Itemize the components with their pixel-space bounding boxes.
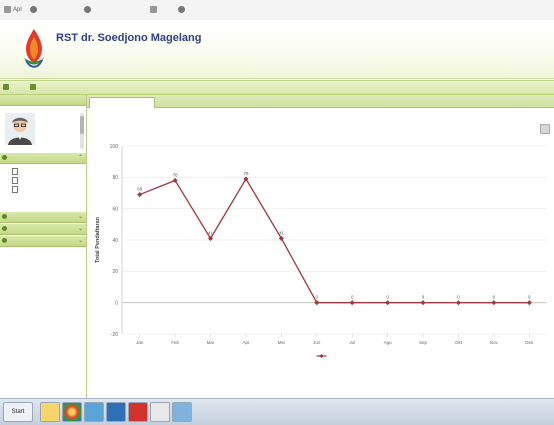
tab-active[interactable] <box>89 97 155 108</box>
data-label: 0 <box>457 295 460 300</box>
y-tick-label: 80 <box>112 175 118 181</box>
x-tick-label: Jul <box>349 340 355 345</box>
sidebar-menu-2[interactable]: ⌄ <box>0 212 86 223</box>
user-avatar <box>5 113 35 145</box>
data-label: 78 <box>173 172 179 177</box>
app-toolbar <box>0 80 554 95</box>
document-icon <box>12 177 18 184</box>
x-tick-label: Okt <box>455 340 463 345</box>
y-tick-label: 20 <box>112 269 118 275</box>
data-point <box>455 300 462 306</box>
data-label: 41 <box>279 230 285 235</box>
x-tick-label: Mei <box>278 340 285 345</box>
toolbar-logout-button[interactable] <box>30 83 38 92</box>
series-line <box>139 177 530 304</box>
home-icon <box>3 83 9 90</box>
data-label: 0 <box>316 295 319 300</box>
chevron-down-icon: ⌄ <box>77 226 83 232</box>
document-icon <box>12 168 18 175</box>
sidebar-menu-4[interactable]: ⌄ <box>0 236 86 247</box>
start-button[interactable]: Start <box>3 402 33 422</box>
data-label: 0 <box>422 295 425 300</box>
hospital-name: RST dr. Soedjono Magelang <box>56 32 202 44</box>
legend-marker <box>319 353 324 359</box>
x-tick-label: Agu <box>384 340 393 345</box>
bookmark-apps[interactable]: Apl <box>4 4 22 16</box>
taskbar-word-icon[interactable] <box>106 402 126 422</box>
data-point <box>314 300 320 306</box>
data-label: 69 <box>137 187 143 192</box>
sidebar-menu-3[interactable]: ⌄ <box>0 224 86 235</box>
x-tick-label: Jan <box>136 340 144 345</box>
x-tick-label: Mar <box>207 340 215 345</box>
data-point <box>349 300 355 306</box>
document-icon <box>12 186 18 193</box>
data-point <box>137 192 143 198</box>
globe-icon <box>178 5 185 13</box>
page-icon <box>150 5 157 13</box>
toolbar-home-button[interactable] <box>3 83 11 92</box>
apps-grid-icon <box>4 5 11 13</box>
data-label: 79 <box>243 171 249 176</box>
logout-icon <box>30 83 36 90</box>
sidebar-menu-master[interactable]: ⌃ <box>0 153 86 164</box>
bookmark-2[interactable] <box>84 4 93 16</box>
folder-icon <box>2 226 7 232</box>
x-tick-label: Jun <box>313 340 321 345</box>
y-tick-label: 60 <box>112 206 118 212</box>
x-tick-label: Nov <box>490 340 499 345</box>
line-chart: 100 80 60 40 20 0 -20 Total Pendaftaran Jan Feb Ma… <box>95 144 547 359</box>
data-label: 0 <box>351 295 354 300</box>
app-header <box>0 20 554 79</box>
data-label: 0 <box>386 295 389 300</box>
bookmark-1[interactable] <box>30 4 39 16</box>
data-label: 0 <box>528 295 531 300</box>
sidebar-subitem-2[interactable] <box>12 177 20 184</box>
taskbar-acrobat-icon[interactable] <box>128 402 148 422</box>
taskbar-paint-icon[interactable] <box>150 402 170 422</box>
data-point <box>491 300 497 306</box>
taskbar-explorer-icon[interactable] <box>40 402 60 422</box>
x-tick-label: Feb <box>171 340 179 345</box>
sidebar-scrollbar-thumb[interactable] <box>80 116 84 134</box>
data-point <box>385 300 391 306</box>
x-tick-label: Des <box>525 340 534 345</box>
bookmark-4[interactable] <box>178 4 187 16</box>
y-tick-label: 0 <box>115 300 118 306</box>
y-axis-label: Total Pendaftaran <box>95 216 101 263</box>
sidebar-panel-title <box>0 95 86 106</box>
chevron-up-icon: ⌃ <box>77 155 83 161</box>
taskbar-app-icon[interactable] <box>84 402 104 422</box>
bookmarks-bar: Apl <box>0 0 554 21</box>
folder-icon <box>2 155 7 161</box>
globe-icon <box>84 5 91 13</box>
data-point <box>526 300 532 306</box>
x-tick-label: Sep <box>419 340 428 345</box>
y-tick-label: 100 <box>110 144 119 150</box>
bookmark-3[interactable] <box>150 4 159 16</box>
y-tick-label: 40 <box>112 238 118 244</box>
sidebar-subitem-1[interactable] <box>12 168 20 175</box>
hospital-logo-icon <box>24 29 44 68</box>
main-tabbar <box>87 95 554 108</box>
sidebar-subitem-3[interactable] <box>12 186 20 193</box>
globe-icon <box>30 5 37 13</box>
taskbar-chrome-icon[interactable] <box>62 402 82 422</box>
chevron-down-icon: ⌄ <box>77 238 83 244</box>
data-point <box>420 300 426 306</box>
chevron-down-icon: ⌄ <box>77 214 83 220</box>
taskbar-app2-icon[interactable] <box>172 402 192 422</box>
y-tick-label: -20 <box>111 332 118 338</box>
data-label: 0 <box>493 295 496 300</box>
folder-icon <box>2 238 7 244</box>
x-tick-label: Apr <box>242 340 250 345</box>
data-label: 41 <box>208 230 214 235</box>
folder-icon <box>2 214 7 220</box>
